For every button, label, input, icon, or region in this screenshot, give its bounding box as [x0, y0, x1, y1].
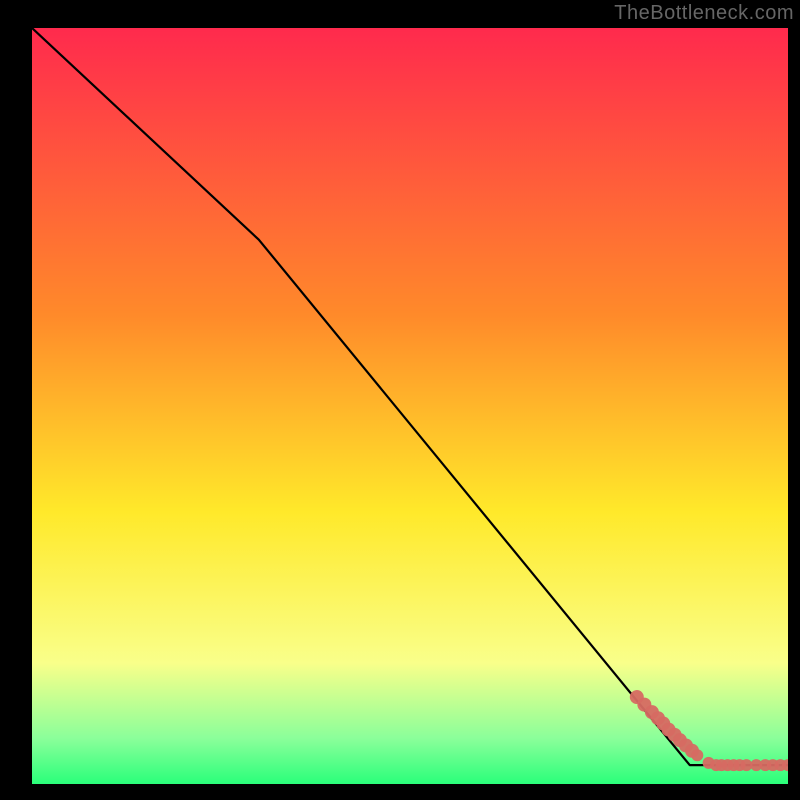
chart-svg — [32, 28, 788, 784]
plot-area — [32, 28, 788, 784]
chart-container: TheBottleneck.com — [0, 0, 800, 800]
watermark-text: TheBottleneck.com — [614, 2, 794, 25]
gradient-bg — [32, 28, 788, 784]
scatter-point — [691, 749, 703, 761]
